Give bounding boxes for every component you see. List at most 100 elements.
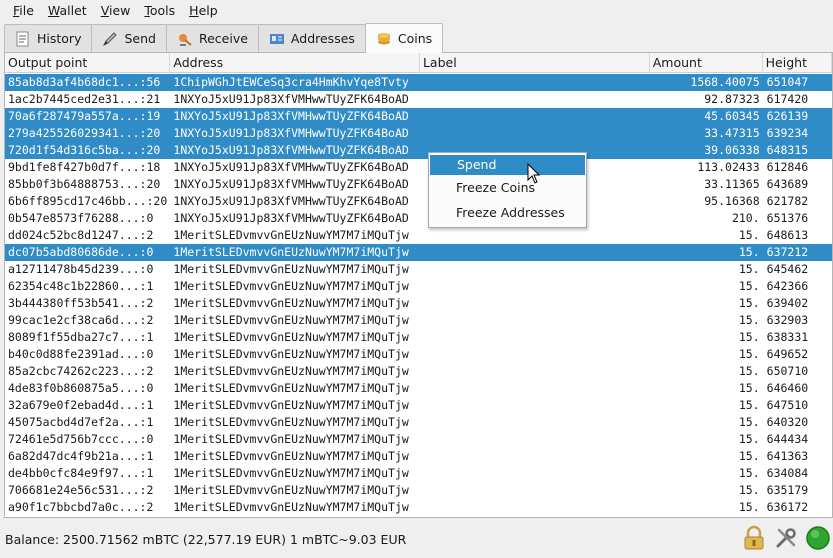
tab-bar: History Send Receive Addresses Coins xyxy=(0,23,833,53)
table-row[interactable]: 6a82d47dc4f9b21a...:1 1MeritSLEDvmvvGnEUz… xyxy=(5,448,832,465)
table-row[interactable]: dc07b5abd80686de...:0 1MeritSLEDvmvvGnEUz… xyxy=(5,244,832,261)
height-cell: 651376 xyxy=(766,211,809,225)
label-cell xyxy=(420,380,650,397)
height-cell: 617420 xyxy=(766,92,809,106)
status-bar: Balance: 2500.71562 mBTC (22,577.19 EUR)… xyxy=(0,520,833,558)
label-cell xyxy=(420,499,650,516)
menu-mnemonic: W xyxy=(47,3,60,18)
lock-icon[interactable] xyxy=(741,525,767,551)
amount-cell: 15. xyxy=(738,398,760,412)
network-status-icon[interactable] xyxy=(805,525,831,551)
column-header-label[interactable]: Label xyxy=(420,53,650,73)
label-cell xyxy=(419,125,650,142)
menu-label: elp xyxy=(198,3,218,18)
tab-send[interactable]: Send xyxy=(91,24,167,52)
address-cell: 1MeritSLEDvmvvGnEUzNuwYM7M7iMQuTjw xyxy=(173,313,409,327)
label-cell xyxy=(420,227,650,244)
amount-cell: 15. xyxy=(738,296,760,310)
output-point-cell: 45075acbd4d7ef2a...:1 xyxy=(8,415,154,429)
table-row[interactable]: 1ac2b7445ced2e31...:21 1NXYoJ5xU91Jp83XfV… xyxy=(5,91,832,108)
output-point-cell: 0b547e8573f76288...:0 xyxy=(8,211,154,225)
menu-tools[interactable]: Tools xyxy=(137,0,182,22)
table-row[interactable]: 4de83f0b860875a5...:0 1MeritSLEDvmvvGnEUz… xyxy=(5,380,832,397)
address-cell: 1MeritSLEDvmvvGnEUzNuwYM7M7iMQuTjw xyxy=(173,279,409,293)
table-body: 85ab8d3af4b68dc1...:56 1ChipWGhJtEWCeSq3c… xyxy=(5,74,832,516)
table-row[interactable]: dd024c52bc8d1247...:2 1MeritSLEDvmvvGnEUz… xyxy=(5,227,832,244)
height-cell: 646460 xyxy=(766,381,809,395)
amount-cell: 33.47315 xyxy=(704,126,760,140)
menu-label: allet xyxy=(59,3,87,18)
table-row[interactable]: b40c0d88fe2391ad...:0 1MeritSLEDvmvvGnEUz… xyxy=(5,346,832,363)
amount-cell: 15. xyxy=(738,279,760,293)
column-header-height[interactable]: Height xyxy=(763,53,832,73)
height-cell: 642366 xyxy=(766,279,809,293)
table-row[interactable]: a90f1c7bbcbd7a0c...:2 1MeritSLEDvmvvGnEUz… xyxy=(5,499,832,516)
table-row[interactable]: 85bb0f3b64888753...:20 1NXYoJ5xU91Jp83XfV… xyxy=(5,176,832,193)
label-cell xyxy=(419,108,650,125)
address-cell: 1MeritSLEDvmvvGnEUzNuwYM7M7iMQuTjw xyxy=(173,500,409,514)
menu-label: ile xyxy=(19,3,34,18)
address-cell: 1MeritSLEDvmvvGnEUzNuwYM7M7iMQuTjw xyxy=(173,330,409,344)
tab-coins[interactable]: Coins xyxy=(364,23,444,53)
table-row[interactable]: 706681e24e56c531...:2 1MeritSLEDvmvvGnEUz… xyxy=(5,482,832,499)
context-menu-freeze-addresses[interactable]: Freeze Addresses xyxy=(429,200,586,225)
table-row[interactable]: de4bb0cfc84e9f97...:1 1MeritSLEDvmvvGnEUz… xyxy=(5,465,832,482)
height-cell: 650710 xyxy=(766,364,809,378)
table-row[interactable]: 70a6f287479a557a...:19 1NXYoJ5xU91Jp83XfV… xyxy=(5,108,832,125)
menu-wallet[interactable]: Wallet xyxy=(41,0,94,22)
output-point-cell: 70a6f287479a557a...:19 xyxy=(8,109,161,123)
height-cell: 641363 xyxy=(766,449,809,463)
table-row[interactable]: 0b547e8573f76288...:0 1NXYoJ5xU91Jp83XfVM… xyxy=(5,210,832,227)
menu-mnemonic: H xyxy=(189,3,199,18)
amount-cell: 15. xyxy=(738,381,760,395)
table-header: Output point Address Label Amount Height xyxy=(5,53,832,73)
address-cell: 1MeritSLEDvmvvGnEUzNuwYM7M7iMQuTjw xyxy=(173,381,409,395)
output-point-cell: 720d1f54d316c5ba...:20 xyxy=(8,143,161,157)
table-row[interactable]: 9bd1fe8f427b0d7f...:18 1NXYoJ5xU91Jp83XfV… xyxy=(5,159,832,176)
receive-icon xyxy=(177,31,193,47)
column-header-address[interactable]: Address xyxy=(170,53,420,73)
table-row[interactable]: 85a2cbc74262c223...:2 1MeritSLEDvmvvGnEUz… xyxy=(5,363,832,380)
table-row[interactable]: 3b444380ff53b541...:2 1MeritSLEDvmvvGnEUz… xyxy=(5,295,832,312)
table-row[interactable]: a12711478b45d239...:0 1MeritSLEDvmvvGnEUz… xyxy=(5,261,832,278)
output-point-cell: 6a82d47dc4f9b21a...:1 xyxy=(8,449,154,463)
label-cell xyxy=(420,431,650,448)
tab-history[interactable]: History xyxy=(4,24,93,52)
menu-file[interactable]: File xyxy=(6,0,41,22)
table-row[interactable]: 45075acbd4d7ef2a...:1 1MeritSLEDvmvvGnEUz… xyxy=(5,414,832,431)
column-header-amount[interactable]: Amount xyxy=(650,53,763,73)
table-row[interactable]: 99cac1e2cf38ca6d...:2 1MeritSLEDvmvvGnEUz… xyxy=(5,312,832,329)
amount-cell: 15. xyxy=(738,466,760,480)
context-menu-freeze-coins[interactable]: Freeze Coins xyxy=(429,175,586,200)
tab-addresses[interactable]: Addresses xyxy=(257,24,366,52)
tools-icon[interactable] xyxy=(773,525,799,551)
address-cell: 1MeritSLEDvmvvGnEUzNuwYM7M7iMQuTjw xyxy=(173,228,409,242)
context-menu-spend[interactable]: Spend xyxy=(430,155,585,175)
table-row[interactable]: 279a425526029341...:20 1NXYoJ5xU91Jp83XfV… xyxy=(5,125,832,142)
column-header-output-point[interactable]: Output point xyxy=(5,53,171,73)
table-row[interactable]: 32a679e0f2ebad4d...:1 1MeritSLEDvmvvGnEUz… xyxy=(5,397,832,414)
table-row[interactable]: 8089f1f55dba27c7...:1 1MeritSLEDvmvvGnEUz… xyxy=(5,329,832,346)
address-cell: 1MeritSLEDvmvvGnEUzNuwYM7M7iMQuTjw xyxy=(173,466,409,480)
amount-cell: 15. xyxy=(738,228,760,242)
coins-table: Output point Address Label Amount Height… xyxy=(4,52,833,518)
output-point-cell: 85bb0f3b64888753...:20 xyxy=(8,177,161,191)
output-point-cell: a12711478b45d239...:0 xyxy=(8,262,154,276)
menu-view[interactable]: View xyxy=(94,0,138,22)
amount-cell: 39.06338 xyxy=(704,143,760,157)
height-cell: 640320 xyxy=(766,415,809,429)
table-row[interactable]: 85ab8d3af4b68dc1...:56 1ChipWGhJtEWCeSq3c… xyxy=(5,74,832,91)
tab-receive[interactable]: Receive xyxy=(165,24,259,52)
address-cell: 1NXYoJ5xU91Jp83XfVMHwwTUyZFK64BoAD xyxy=(173,160,409,174)
table-row[interactable]: 72461e5d756b7ccc...:0 1MeritSLEDvmvvGnEUz… xyxy=(5,431,832,448)
amount-cell: 210. xyxy=(731,211,760,225)
table-row[interactable]: 720d1f54d316c5ba...:20 1NXYoJ5xU91Jp83XfV… xyxy=(5,142,832,159)
table-row[interactable]: 6b6ff895cd17c46bb...:20 1NXYoJ5xU91Jp83Xf… xyxy=(5,193,832,210)
height-cell: 637212 xyxy=(766,245,809,259)
table-row[interactable]: 62354c48c1b22860...:1 1MeritSLEDvmvvGnEUz… xyxy=(5,278,832,295)
menu-help[interactable]: Help xyxy=(182,0,225,22)
label-cell xyxy=(419,74,650,91)
tab-label: History xyxy=(37,31,82,46)
address-cell: 1NXYoJ5xU91Jp83XfVMHwwTUyZFK64BoAD xyxy=(173,194,409,208)
address-cell: 1MeritSLEDvmvvGnEUzNuwYM7M7iMQuTjw xyxy=(173,347,409,361)
